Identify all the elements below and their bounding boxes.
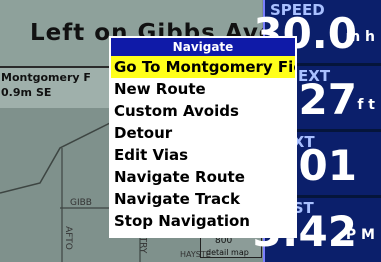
navigate-menu-list: Go To Montgomery Fie New Route Custom Av… (111, 56, 295, 236)
menu-item-stop-navigation[interactable]: Stop Navigation (111, 210, 295, 232)
navigate-menu: Navigate Go To Montgomery Fie New Route … (109, 36, 297, 238)
menu-item-new-route[interactable]: New Route (111, 78, 295, 100)
map-label-road: GIBB (70, 198, 92, 208)
direction-value: SE (36, 86, 52, 99)
navigate-menu-title: Navigate (172, 40, 234, 54)
map-detail-indicator: detail map (206, 248, 249, 257)
map-label-road: AFTO (62, 226, 73, 250)
distance-value: 0.9m (1, 86, 32, 99)
menu-item-edit-vias[interactable]: Edit Vias (111, 144, 295, 166)
menu-item-go-to[interactable]: Go To Montgomery Fie (111, 56, 295, 78)
distance-next-unit: f t (357, 97, 375, 113)
gps-screen: Left on Gibbs Ave Montgomery F 0.9m SE G… (0, 0, 381, 262)
menu-item-navigate-route[interactable]: Navigate Route (111, 166, 295, 188)
menu-item-custom-avoids[interactable]: Custom Avoids (111, 100, 295, 122)
distance-next-value: 27 (298, 75, 357, 124)
street-name: Montgomery F (1, 71, 91, 84)
menu-item-navigate-track[interactable]: Navigate Track (111, 188, 295, 210)
menu-item-detour[interactable]: Detour (111, 122, 295, 144)
speed-unit: m h (345, 29, 375, 45)
map-label-road: TRY (137, 236, 148, 254)
eta-dest-unit: P M (345, 227, 375, 243)
